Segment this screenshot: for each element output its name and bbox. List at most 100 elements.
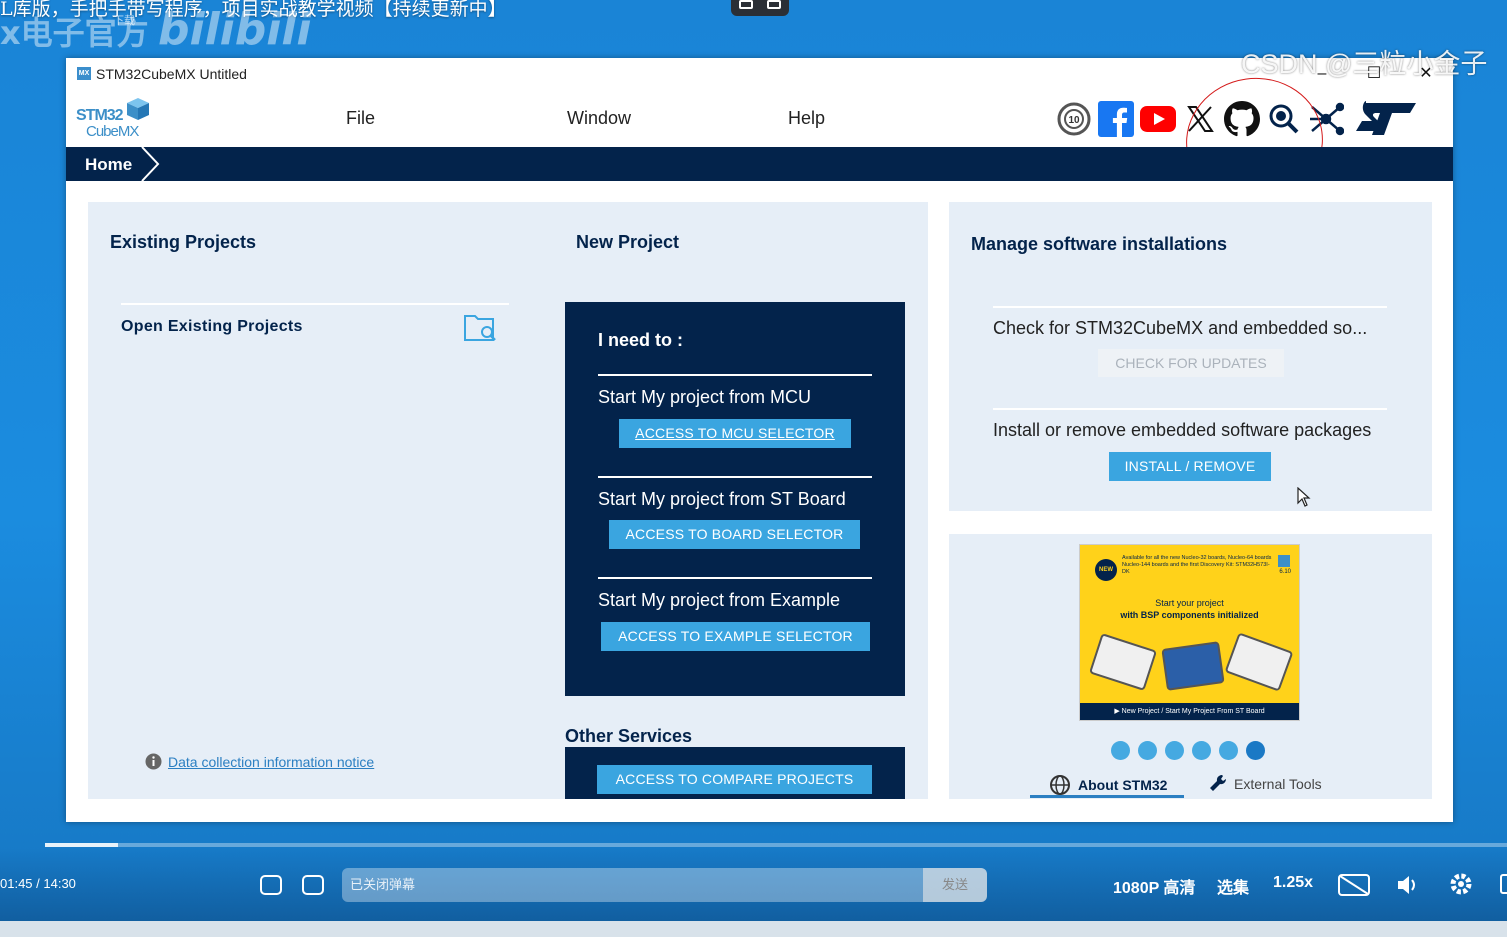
csdn-watermark: CSDN @三粒小金子 — [1241, 49, 1488, 79]
install-label: Install or remove embedded software pack… — [993, 420, 1372, 440]
breadcrumb: Home — [66, 147, 1453, 181]
check-updates-label: Check for STM32CubeMX and embedded so... — [993, 318, 1368, 338]
episodes-button[interactable]: 选集 — [1217, 874, 1249, 898]
search-icon[interactable] — [1266, 101, 1302, 137]
open-existing-label: Open Existing Projects — [121, 318, 303, 335]
quality-button[interactable]: 1080P 高清 — [1113, 874, 1195, 898]
carousel-dot[interactable] — [1165, 741, 1184, 760]
i-need-to-box: I need to : Start My project from MCU AC… — [565, 302, 905, 696]
carousel-panel: NEW Available for all the new Nucleo-32 … — [949, 534, 1432, 799]
carousel-dot[interactable] — [1138, 741, 1157, 760]
slide-headline-2: with BSP components initialized — [1120, 610, 1259, 620]
cubemx-tag-icon — [1278, 555, 1290, 567]
stm32cubemx-logo: STM32 CubeMX — [74, 95, 154, 143]
board-selector-button[interactable]: ACCESS TO BOARD SELECTOR — [609, 520, 860, 549]
github-icon[interactable] — [1224, 101, 1260, 137]
slide-version: 6.10 — [1279, 569, 1291, 575]
board-image — [1088, 633, 1158, 691]
mcu-selector-button[interactable]: ACCESS TO MCU SELECTOR — [619, 419, 851, 448]
download-label: 下载 — [113, 15, 135, 27]
network-icon[interactable] — [1308, 101, 1344, 137]
facebook-icon[interactable] — [1098, 101, 1134, 137]
youtube-icon[interactable] — [1140, 101, 1176, 137]
info-icon — [145, 753, 162, 770]
promo-slide[interactable]: NEW Available for all the new Nucleo-32 … — [1079, 544, 1300, 721]
tab-about-stm32[interactable]: About STM32 — [1049, 774, 1167, 796]
manage-panel: Manage software installations Check for … — [949, 202, 1432, 511]
board-image — [1224, 632, 1294, 692]
pip-icon[interactable] — [739, 0, 753, 9]
tab-about-label: About STM32 — [1078, 777, 1168, 793]
tab-tools-label: External Tools — [1234, 776, 1322, 792]
existing-projects-title: Existing Projects — [110, 232, 257, 252]
popout-icon[interactable] — [767, 0, 781, 9]
check-updates-button[interactable]: CHECK FOR UPDATES — [1098, 349, 1284, 377]
window-title: STM32CubeMX Untitled — [96, 66, 247, 82]
anniversary-icon[interactable]: 10 — [1056, 101, 1092, 137]
menu-file[interactable]: File — [346, 108, 375, 129]
divider — [598, 374, 872, 376]
progress-fill — [45, 843, 119, 847]
carousel-dot[interactable] — [1219, 741, 1238, 760]
divider — [993, 306, 1387, 308]
manage-title: Manage software installations — [971, 234, 1228, 254]
slide-small-text: Available for all the new Nucleo-32 boar… — [1122, 555, 1272, 575]
danmu-settings-icon[interactable] — [302, 875, 324, 895]
divider — [598, 577, 872, 579]
compare-projects-button[interactable]: ACCESS TO COMPARE PROJECTS — [597, 765, 872, 794]
slide-headline-1: Start your project — [1155, 598, 1224, 608]
divider — [121, 303, 509, 305]
danmu-input[interactable]: 已关闭弹幕 — [342, 868, 923, 902]
tab-external-tools[interactable]: External Tools — [1209, 774, 1322, 794]
send-button[interactable]: 发送 — [923, 868, 987, 902]
cube-icon — [127, 98, 149, 120]
menu-bar: STM32 CubeMX File Window Help 10 — [66, 69, 1453, 213]
new-badge: NEW — [1095, 559, 1117, 581]
svg-text:10: 10 — [1068, 115, 1080, 126]
app-window: MX STM32CubeMX Untitled – ☐ ✕ STM32 Cube… — [66, 58, 1453, 822]
bottom-strip — [0, 921, 1507, 937]
subtitle-icon[interactable] — [1338, 874, 1370, 896]
volume-icon[interactable] — [1396, 874, 1420, 896]
active-tab-underline — [1030, 795, 1184, 798]
st-logo-icon[interactable] — [1354, 101, 1418, 137]
slide-headline: Start your project with BSP components i… — [1080, 597, 1299, 621]
x-icon[interactable] — [1182, 101, 1218, 137]
carousel-dot[interactable] — [1111, 741, 1130, 760]
other-services-box: ACCESS TO COMPARE PROJECTS — [565, 747, 905, 799]
breadcrumb-home[interactable]: Home — [85, 155, 132, 175]
example-selector-button[interactable]: ACCESS TO EXAMPLE SELECTOR — [601, 622, 870, 651]
carousel-dot[interactable] — [1192, 741, 1211, 760]
wrench-icon — [1210, 774, 1227, 791]
example-label: Start My project from Example — [598, 590, 841, 610]
playback-time: 01:45 / 14:30 — [0, 876, 76, 891]
board-image — [1161, 641, 1225, 691]
carousel-dot-active[interactable] — [1246, 741, 1265, 760]
slide-footer: ▶ New Project / Start My Project From ST… — [1080, 703, 1299, 720]
new-project-title: New Project — [576, 232, 680, 252]
progress-track[interactable] — [45, 843, 1507, 847]
projects-panel: Existing Projects Open Existing Projects… — [88, 202, 928, 799]
speed-button[interactable]: 1.25x — [1273, 874, 1313, 892]
fullscreen-icon[interactable] — [1500, 874, 1507, 894]
app-icon: MX — [77, 67, 91, 80]
pip-controls[interactable] — [731, 0, 789, 16]
install-remove-button[interactable]: INSTALL / REMOVE — [1109, 452, 1271, 481]
mcu-label: Start My project from MCU — [598, 387, 812, 407]
need-to-title: I need to : — [598, 330, 683, 350]
board-label: Start My project from ST Board — [598, 489, 846, 509]
other-services-title: Other Services — [565, 726, 693, 746]
menu-help[interactable]: Help — [788, 108, 825, 129]
home-content: Existing Projects Open Existing Projects… — [66, 181, 1453, 822]
settings-gear-icon[interactable] — [1449, 872, 1473, 896]
data-notice: Data collection information notice — [145, 753, 374, 770]
carousel-dots — [1111, 741, 1265, 760]
folder-search-icon[interactable] — [463, 312, 499, 344]
menu-window[interactable]: Window — [567, 108, 631, 129]
bilibili-logo: bilibili — [158, 4, 312, 55]
divider — [598, 476, 872, 478]
danmu-toggle-icon[interactable] — [260, 875, 282, 895]
mouse-cursor-icon — [1297, 487, 1311, 507]
data-notice-link[interactable]: Data collection information notice — [168, 754, 374, 770]
divider — [993, 408, 1387, 410]
